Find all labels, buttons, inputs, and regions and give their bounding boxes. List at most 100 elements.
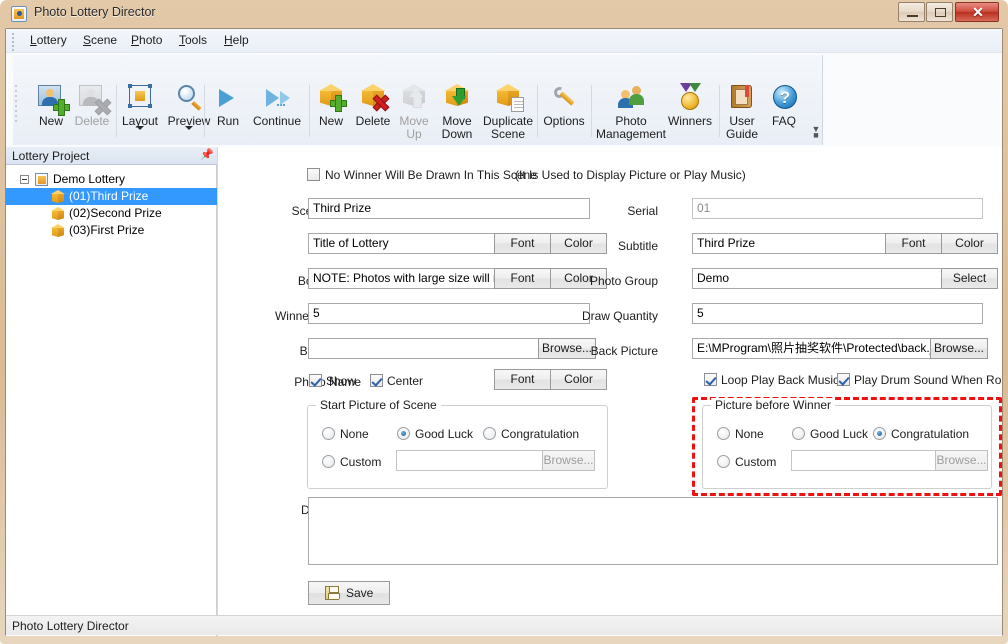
faq-question-icon: ? [768, 81, 800, 113]
toolbar-winners-button[interactable]: Winners [662, 81, 718, 128]
tree-item-third-prize[interactable]: (01)Third Prize [6, 188, 217, 205]
picture-before-winner-congratulation-label: Congratulation [891, 427, 970, 441]
back-picture-browse-button[interactable]: Browse... [930, 338, 988, 359]
start-picture-custom-path-input[interactable] [396, 450, 543, 471]
menu-item-help[interactable]: Help [218, 32, 255, 50]
draw-quantity-input[interactable]: 5 [692, 303, 983, 324]
start-picture-congratulation-radio[interactable] [483, 427, 496, 440]
preview-magnifier-icon [173, 81, 205, 113]
duplicate-scene-cube-icon [492, 81, 524, 113]
picture-before-winner-good-luck-label: Good Luck [810, 427, 869, 441]
menu-item-photo[interactable]: Photo [125, 32, 168, 50]
picture-before-winner-none-radio[interactable] [717, 427, 730, 440]
photo-group-select-button[interactable]: Select [941, 268, 998, 289]
toolbar-delete-lottery-button[interactable]: Delete [68, 81, 116, 128]
layout-icon [124, 81, 156, 113]
status-bar: Photo Lottery Director [6, 615, 1002, 635]
tree-item-second-prize[interactable]: (02)Second Prize [6, 205, 217, 222]
winners-medal-icon [674, 81, 706, 113]
tree-item-label: (01)Third Prize [69, 189, 149, 203]
toolbar-grip-handle[interactable] [15, 85, 18, 125]
photo-name-font-button[interactable]: Font [494, 369, 551, 390]
start-picture-browse-button[interactable]: Browse... [542, 450, 595, 471]
menu-grip-handle[interactable] [12, 33, 15, 51]
start-picture-congratulation-label: Congratulation [501, 427, 580, 441]
delete-lottery-icon [76, 81, 108, 113]
picture-before-winner-good-luck-radio[interactable] [792, 427, 805, 440]
back-music-input[interactable] [308, 338, 548, 359]
start-picture-none-radio[interactable] [322, 427, 335, 440]
no-winner-checkbox[interactable] [307, 168, 320, 181]
move-up-cube-icon [398, 81, 430, 113]
play-drum-sound-checkbox[interactable] [837, 373, 850, 386]
new-lottery-icon [35, 81, 70, 116]
photo-name-show-checkbox[interactable] [309, 374, 322, 387]
scene-cube-icon [51, 224, 65, 238]
picture-before-winner-group-title: Picture before Winner [711, 398, 836, 412]
subtitle-input[interactable]: Third Prize [692, 233, 886, 254]
toolbar-options-button[interactable]: Options [538, 81, 590, 128]
photo-name-center-checkbox[interactable] [370, 374, 383, 387]
continue-play-icon [261, 81, 293, 113]
title-bar: Photo Lottery Director ✕ [0, 0, 1008, 28]
application-window: Photo Lottery Director ✕ Lottery Scene P… [0, 0, 1008, 644]
lottery-project-panel: Lottery Project 📌 Demo Lottery (01)Third… [6, 147, 217, 636]
menu-item-tools[interactable]: Tools [173, 32, 213, 50]
toolbar-faq-button[interactable]: ? FAQ [763, 81, 805, 128]
pin-icon[interactable]: 📌 [200, 150, 214, 162]
minimize-button[interactable] [898, 2, 925, 22]
subtitle-label: Subtitle [617, 239, 658, 253]
toolbar-layout-button[interactable]: Layout [117, 81, 163, 130]
loop-play-back-music-label: Loop Play Back Music [721, 373, 840, 387]
picture-before-winner-browse-button[interactable]: Browse... [935, 450, 988, 471]
loop-play-back-music-checkbox[interactable] [704, 373, 717, 386]
back-picture-input[interactable]: E:\MProgram\照片抽奖软件\Protected\back.jp [692, 338, 932, 359]
toolbar-duplicate-scene-button[interactable]: Duplicate Scene [479, 81, 537, 141]
photo-name-color-button[interactable]: Color [550, 369, 607, 390]
tree-item-first-prize[interactable]: (03)First Prize [6, 222, 217, 239]
maximize-icon [935, 8, 946, 17]
start-picture-good-luck-radio[interactable] [397, 427, 410, 440]
bottom-text-font-button[interactable]: Font [494, 268, 551, 289]
toolbar-new-scene-button[interactable]: New [309, 81, 353, 128]
toolbar-user-guide-button[interactable]: User Guide [720, 81, 764, 141]
toolbar-move-down-button[interactable]: Move Down [433, 81, 481, 141]
delete-scene-cube-icon [357, 81, 389, 113]
close-button[interactable]: ✕ [955, 2, 999, 22]
save-button[interactable]: Save [308, 581, 390, 605]
photo-name-center-label: Center [387, 374, 424, 388]
photo-group-label: Photo Group [589, 274, 658, 288]
start-picture-custom-radio[interactable] [322, 455, 335, 468]
run-play-icon [212, 81, 244, 113]
title-font-button[interactable]: Font [494, 233, 551, 254]
panel-title: Lottery Project [12, 149, 90, 163]
toolbar-photo-management-button[interactable]: Photo Management [592, 81, 670, 141]
resize-grip[interactable] [987, 621, 999, 633]
picture-before-winner-custom-label: Custom [735, 455, 777, 469]
title-input[interactable]: Title of Lottery [308, 233, 495, 254]
window-client-area: Lottery Scene Photo Tools Help New Delet… [5, 28, 1003, 636]
start-picture-none-label: None [340, 427, 369, 441]
layout-dropdown-caret-icon[interactable] [136, 126, 144, 130]
subtitle-color-button[interactable]: Color [941, 233, 998, 254]
picture-before-winner-congratulation-radio[interactable] [873, 427, 886, 440]
user-guide-book-icon [726, 81, 758, 113]
tree-expander-icon[interactable] [20, 175, 29, 184]
menu-item-scene[interactable]: Scene [77, 32, 123, 50]
description-textarea[interactable] [308, 497, 998, 565]
toolbar-delete-scene-button[interactable]: Delete [350, 81, 396, 128]
toolbar-move-up-button[interactable]: Move Up [394, 81, 434, 141]
picture-before-winner-custom-radio[interactable] [717, 455, 730, 468]
lottery-root-icon [35, 173, 48, 186]
lottery-project-header: Lottery Project 📌 [6, 147, 217, 165]
bottom-text-input[interactable]: NOTE: Photos with large size will ma [308, 268, 495, 289]
subtitle-font-button[interactable]: Font [885, 233, 942, 254]
picture-before-winner-custom-path-input[interactable] [791, 450, 936, 471]
preview-dropdown-caret-icon[interactable] [185, 126, 193, 130]
maximize-button[interactable] [926, 2, 953, 22]
photo-group-input[interactable]: Demo [692, 268, 942, 289]
tree-item-demo-lottery[interactable]: Demo Lottery [6, 171, 217, 188]
toolbar-continue-button[interactable]: Continue [244, 81, 310, 128]
toolbar-overflow-button[interactable]: ▼ ■ [811, 125, 821, 141]
menu-item-lottery[interactable]: Lottery [24, 32, 73, 50]
